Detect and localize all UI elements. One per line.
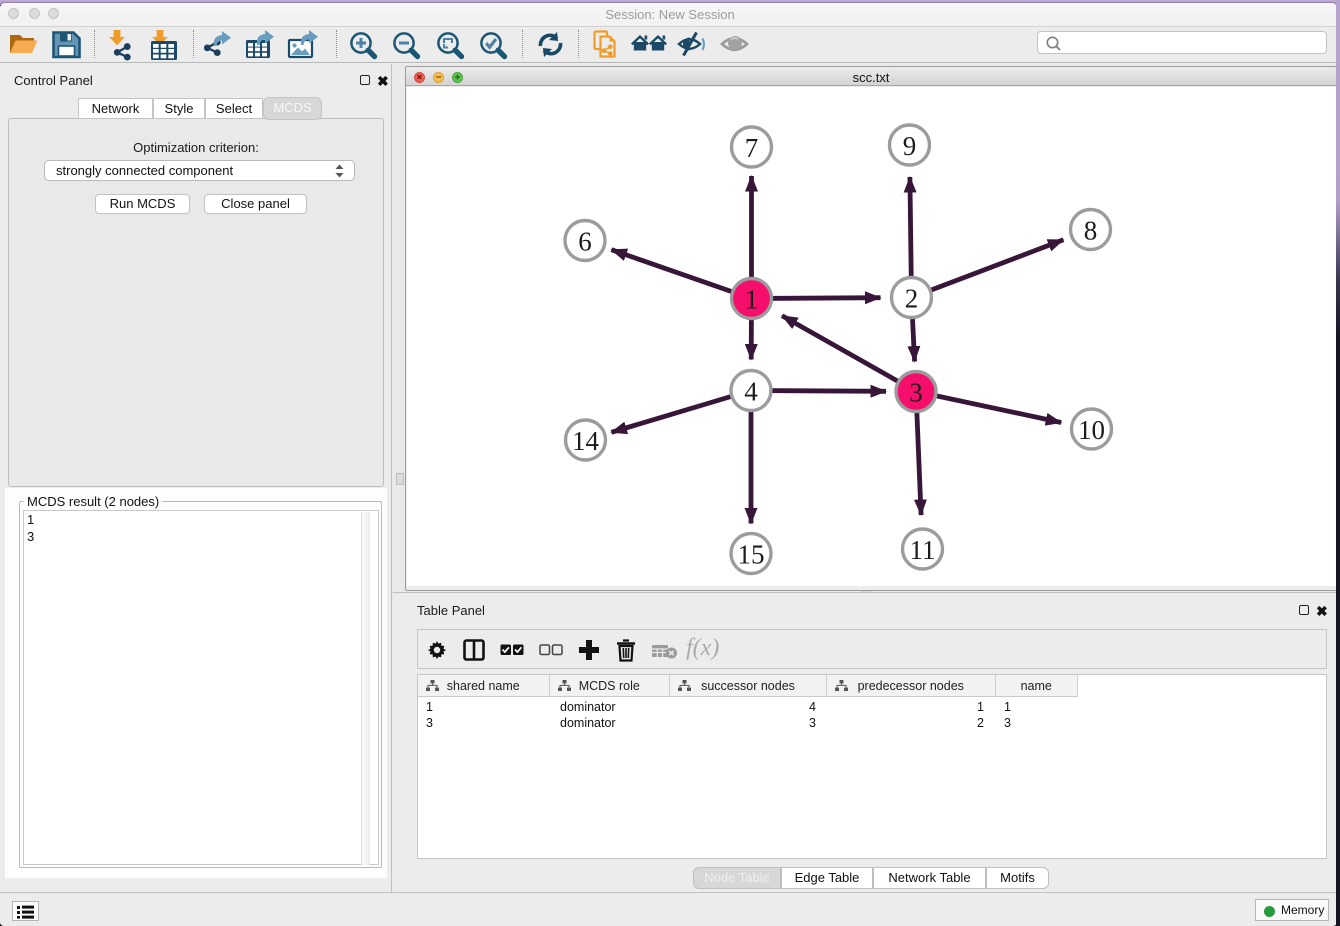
svg-text:1: 1 (745, 285, 759, 315)
svg-text:11: 11 (910, 535, 936, 565)
svg-text:6: 6 (578, 227, 592, 257)
svg-text:8: 8 (1084, 216, 1098, 246)
svg-text:15: 15 (738, 540, 765, 570)
svg-text:10: 10 (1078, 415, 1105, 445)
svg-text:3: 3 (909, 378, 923, 408)
svg-text:7: 7 (745, 133, 759, 163)
svg-text:4: 4 (744, 377, 758, 407)
svg-text:9: 9 (903, 131, 917, 161)
svg-text:2: 2 (905, 284, 919, 314)
svg-text:14: 14 (572, 426, 600, 456)
